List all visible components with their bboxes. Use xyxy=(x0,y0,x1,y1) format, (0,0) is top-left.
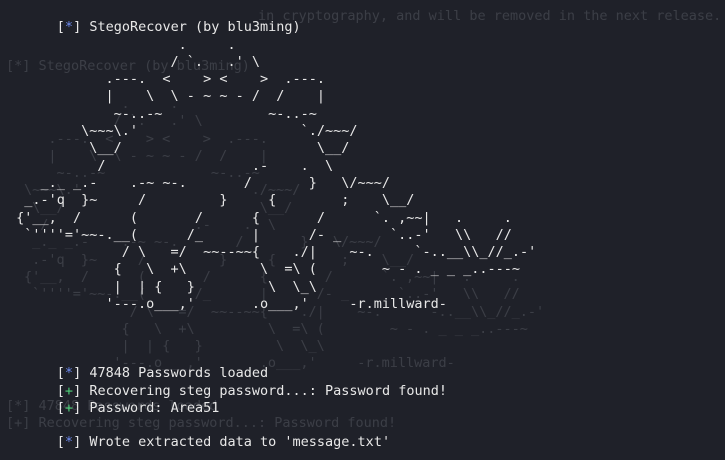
title-line: [*] StegoRecover (by blu3ming) xyxy=(8,2,536,35)
output-text: Wrote extracted data to 'message.txt' xyxy=(89,434,391,451)
info-tag: [*] xyxy=(56,434,82,451)
terminal-window[interactable]: in cryptography, and will be removed in … xyxy=(0,0,725,460)
success-tag: [+] xyxy=(56,399,82,416)
title-text: StegoRecover (by blu3ming) xyxy=(89,19,301,36)
info-tag: [*] xyxy=(56,365,82,382)
info-tag: [*] xyxy=(56,19,82,36)
terminal-output: [*] StegoRecover (by blu3ming) . . / `. … xyxy=(8,2,537,450)
output-text: Recovering steg password...: Password fo… xyxy=(89,382,447,399)
success-tag: [+] xyxy=(56,382,82,399)
output-text: 47848 Passwords loaded xyxy=(89,365,269,382)
stegosaurus-ascii-art: . . / `. .' \ .---. < > < > .---. | \ \ … xyxy=(16,36,537,313)
output-text: Password: Area51 xyxy=(89,399,220,416)
output-line-passwords-loaded: [*] 47848 Passwords loaded xyxy=(8,348,536,381)
output-line-wrote-data: [*] Wrote extracted data to 'message.txt… xyxy=(8,417,536,450)
